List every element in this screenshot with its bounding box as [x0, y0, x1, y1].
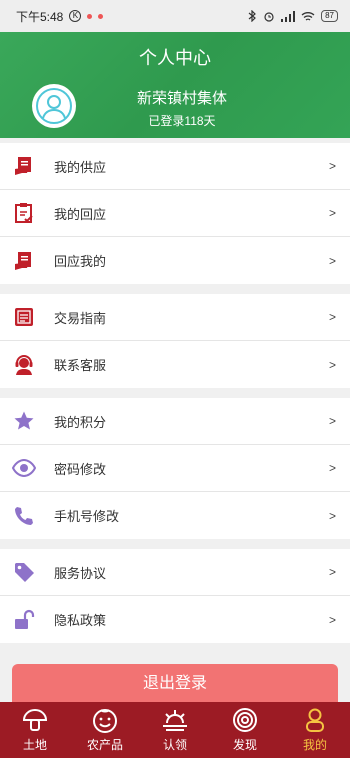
status-bar: 下午5:48 K 87 [0, 0, 350, 32]
tab-label: 我的 [302, 738, 327, 752]
menu-item-label: 手机号修改 [54, 509, 120, 524]
bluetooth-icon [248, 10, 256, 22]
mushroom-icon [22, 709, 48, 731]
chevron-right-icon: > [328, 310, 336, 324]
status-time: 下午5:48 [16, 9, 64, 24]
tab-discover[interactable]: 发现 [210, 702, 280, 758]
tab-label: 土地 [22, 738, 47, 752]
menu-group: 我的供应 > 我的回应 > 回应我的 > [0, 143, 350, 284]
phone-icon [12, 504, 36, 528]
menu-item-label: 联系客服 [54, 358, 107, 373]
chevron-right-icon: > [328, 461, 336, 475]
logout-button[interactable]: 退出登录 [12, 664, 338, 704]
chevron-right-icon: > [328, 414, 336, 428]
profile-header: 个人中心 新荣镇村集体 已登录118天 [0, 32, 350, 138]
tab-mine[interactable]: 我的 [280, 702, 350, 758]
document-icon [12, 249, 36, 273]
chevron-right-icon: > [328, 357, 336, 372]
notification-dot-icon [87, 13, 93, 19]
clipboard-check-icon [12, 201, 36, 225]
menu-item-trade-guide[interactable]: 交易指南 > [0, 294, 350, 341]
tab-label: 认领 [162, 738, 187, 752]
menu-item-label: 交易指南 [54, 310, 107, 326]
signal-icon [281, 10, 296, 22]
menu-item-my-responses[interactable]: 我的回应 > [0, 190, 350, 237]
guide-icon [12, 305, 36, 329]
tab-claim[interactable]: 认领 [140, 702, 210, 758]
menu-item-customer-service[interactable]: 联系客服 > [0, 341, 350, 388]
smile-icon [93, 709, 117, 733]
page-title: 个人中心 [139, 48, 211, 68]
menu-item-label: 服务协议 [54, 565, 107, 581]
notification-dot-icon [98, 13, 104, 19]
chevron-right-icon: > [328, 612, 336, 627]
login-days: 已登录118天 [148, 114, 216, 128]
menu-item-label: 密码修改 [54, 461, 107, 477]
tag-icon [12, 560, 36, 584]
chevron-right-icon: > [328, 508, 336, 523]
menu-item-my-points[interactable]: 我的积分 > [0, 398, 350, 445]
headset-icon [12, 353, 36, 377]
sunrise-icon [163, 710, 187, 731]
tab-label: 农产品 [86, 738, 123, 752]
chevron-right-icon: > [328, 565, 336, 579]
user-name: 新荣镇村集体 [136, 90, 227, 107]
tab-label: 发现 [232, 738, 257, 752]
menu-item-label: 回应我的 [54, 254, 107, 269]
k-notification-icon: K [69, 10, 82, 22]
menu-item-label: 我的回应 [54, 206, 107, 222]
menu-list: 我的供应 > 我的回应 > 回应我的 > 交易指南 > 联系客服 > 我的积分 … [0, 143, 350, 643]
menu-item-responses-to-me[interactable]: 回应我的 > [0, 237, 350, 284]
chevron-right-icon: > [328, 159, 336, 173]
tab-products[interactable]: 农产品 [70, 702, 140, 758]
menu-group: 服务协议 > 隐私政策 > [0, 549, 350, 643]
menu-item-privacy-policy[interactable]: 隐私政策 > [0, 596, 350, 643]
menu-item-my-supply[interactable]: 我的供应 > [0, 143, 350, 190]
chevron-right-icon: > [328, 253, 336, 268]
menu-item-label: 隐私政策 [54, 613, 107, 628]
menu-group: 我的积分 > 密码修改 > 手机号修改 > [0, 398, 350, 539]
eye-icon [12, 456, 36, 480]
battery-icon: 87 [321, 10, 338, 22]
chevron-right-icon: > [328, 206, 336, 220]
menu-item-label: 我的供应 [54, 159, 107, 175]
bottom-tab-bar: 土地 农产品 认领 发现 我的 [0, 702, 350, 758]
supply-icon [12, 154, 36, 178]
star-icon [12, 409, 36, 433]
menu-item-change-phone[interactable]: 手机号修改 > [0, 492, 350, 539]
wifi-icon [301, 11, 315, 21]
menu-item-service-agreement[interactable]: 服务协议 > [0, 549, 350, 596]
tab-land[interactable]: 土地 [0, 702, 70, 758]
menu-item-change-password[interactable]: 密码修改 > [0, 445, 350, 492]
menu-item-label: 我的积分 [54, 414, 107, 430]
unlock-icon [12, 608, 36, 632]
person-icon [306, 708, 324, 732]
alarm-icon [264, 12, 274, 22]
menu-group: 交易指南 > 联系客服 > [0, 294, 350, 388]
target-icon [233, 708, 257, 732]
